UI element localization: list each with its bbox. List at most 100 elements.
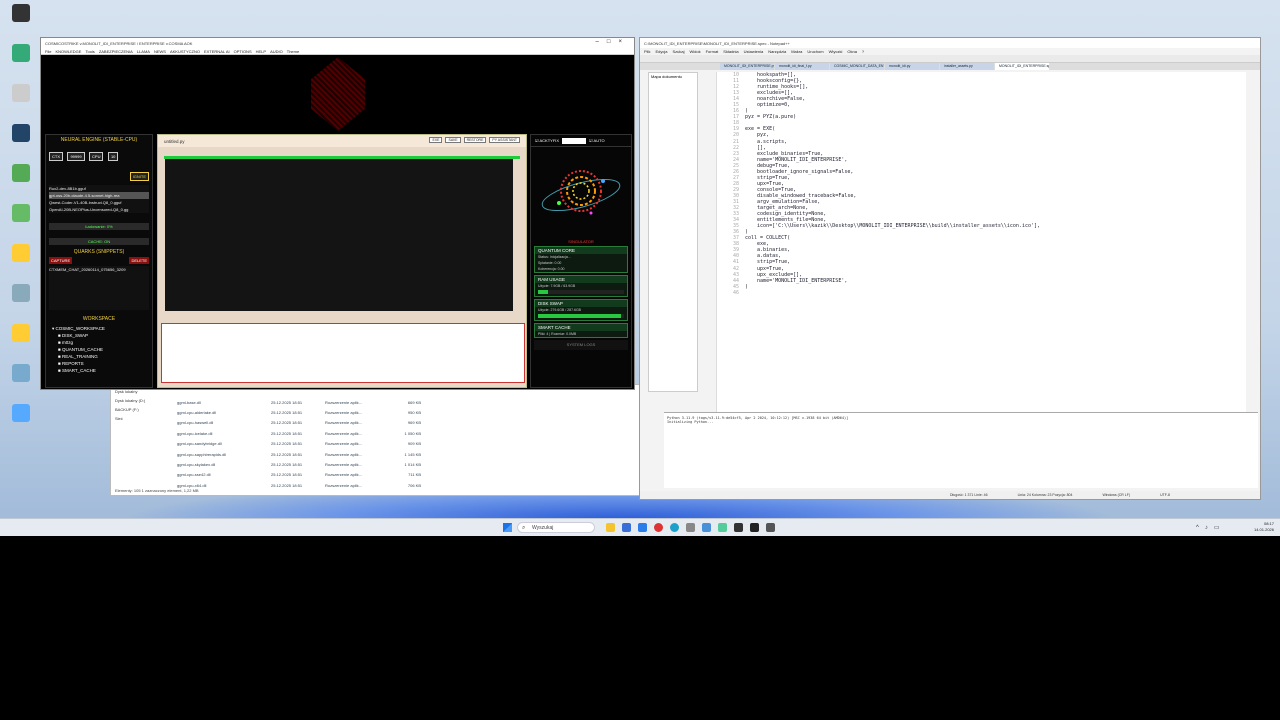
editor-menu-item[interactable]: Widok <box>689 49 700 54</box>
store-taskbar-icon[interactable] <box>622 523 631 532</box>
desktop-shortcut-icon[interactable] <box>6 244 36 263</box>
notepad-taskbar-icon[interactable] <box>718 523 727 532</box>
desktop-shortcut-icon[interactable] <box>6 324 36 343</box>
model-item[interactable]: Qwest-Coder-V1-40B-Instruct.Q8_0.gguf <box>49 199 149 206</box>
workspace-folder[interactable]: ■ DISK_SWAP <box>52 332 146 339</box>
ide-menu-item[interactable]: File <box>45 49 51 54</box>
file-row[interactable]: ggml-cpu-sandybridge.dll 25.12.2025 18:51… <box>177 439 507 449</box>
save-button[interactable]: SAVE <box>445 137 461 143</box>
desktop-shortcut-icon[interactable] <box>6 284 36 303</box>
editor-menu-item[interactable]: Plik <box>644 49 650 54</box>
editor-menu-item[interactable]: Makra <box>791 49 802 54</box>
ide-menu-item[interactable]: OPTIONS <box>234 49 252 54</box>
file-explorer-taskbar-icon[interactable] <box>606 523 615 532</box>
snippet-item[interactable]: CTXMEM_CHAT_20260114_075656_3209 <box>49 266 149 273</box>
app-taskbar-icon[interactable] <box>766 523 775 532</box>
editor-menu-item[interactable]: Format <box>706 49 719 54</box>
model-item[interactable]: OpenAI-20B-NEOPlus-Uncensored-Q8_0.gg <box>49 206 149 213</box>
editor-tab[interactable]: MONOLIT_IDI_ENTERPRISE.py <box>720 63 774 70</box>
editor-tab[interactable]: monolit_idi.py <box>885 63 939 70</box>
ide-menu-item[interactable]: NEWS <box>154 49 166 54</box>
ide-menu-item[interactable]: Tools <box>85 49 94 54</box>
system-tray-icons[interactable]: ^♪▭ <box>1196 524 1225 531</box>
explorer-tree-item[interactable]: Dysk lokalny (D:) <box>115 398 171 407</box>
ide-window[interactable]: COSMICOSTRIKE v.MONOLIT_IDI_ENTERPRISE /… <box>40 37 635 390</box>
file-row[interactable]: ggml-cpu-icelake.dll 25.12.2025 18:51 Rozs… <box>177 428 507 438</box>
explorer-tree-item[interactable]: Sieć <box>115 416 171 425</box>
capture-button[interactable]: CAPTURE <box>49 257 73 264</box>
desktop-shortcut-icon[interactable] <box>6 204 36 223</box>
ide-menu-item[interactable]: KNOWLEDGE <box>55 49 81 54</box>
code-editor-window[interactable]: C:\MONOLIT_IDI_ENTERPRISE\MONOLIT_IDI_EN… <box>639 37 1261 500</box>
code-input[interactable] <box>165 159 513 311</box>
desktop-shortcut-icon[interactable] <box>6 4 36 23</box>
editor-menu-item[interactable]: ? <box>862 49 864 54</box>
editor-tab[interactable]: MONOLIT_IDI_ENTERPRISE.spec <box>995 63 1049 70</box>
ide-menu-item[interactable]: AKKUSTYCZNO <box>170 49 200 54</box>
workspace-folder[interactable]: ■ REAL_TRAINING <box>52 353 146 360</box>
editor-menu-item[interactable]: Ustawienia <box>744 49 764 54</box>
ide-menu-item[interactable]: EXTERNAL AI <box>204 49 230 54</box>
ide-menu-item[interactable]: AUDIO <box>270 49 283 54</box>
editor-tab[interactable]: COSMIC_MONOLIT_DATA_ENTERPRISE.py <box>830 63 884 70</box>
desktop-shortcut-icon[interactable] <box>6 84 36 103</box>
file-row[interactable]: ggml-cpu-haswell.dll 25.12.2025 18:51 Rozs… <box>177 418 507 428</box>
workspace-folder[interactable]: ■ SMART_CACHE <box>52 367 146 374</box>
editor-menu-item[interactable]: Narzędzia <box>768 49 786 54</box>
ide-taskbar-icon[interactable] <box>750 523 759 532</box>
output-console[interactable] <box>161 323 525 383</box>
actions-input[interactable] <box>562 137 587 144</box>
file-row[interactable]: ggml-cpu-alderlake.dll 25.12.2025 18:51 Ro… <box>177 407 507 417</box>
editor-tab[interactable]: installer_assets.py <box>940 63 994 70</box>
taskbar-search[interactable]: ⌕ Wyszukaj <box>517 522 595 533</box>
editor-menu-item[interactable]: Edycja <box>655 49 667 54</box>
code-area[interactable]: 10 hookspath=[], 11 hooksconfig={}, 12 run… <box>716 72 1246 434</box>
ide-menu-item[interactable]: ZABEZPIECZENIA <box>99 49 133 54</box>
edge-taskbar-icon[interactable] <box>670 523 679 532</box>
file-row[interactable]: ggml-base.dll 25.12.2025 18:51 Rozszerzeni… <box>177 397 507 407</box>
python-taskbar-icon[interactable] <box>702 523 711 532</box>
terminal-taskbar-icon[interactable] <box>734 523 743 532</box>
cpu-input[interactable]: 10 <box>107 152 119 161</box>
desktop-shortcut-icon[interactable] <box>6 404 36 423</box>
actions-checkbox[interactable]: ☑ ACKTYFIX <box>535 138 559 143</box>
file-row[interactable]: ggml-cpu-x64.dll 25.12.2025 18:51 Rozszerz… <box>177 480 507 490</box>
editor-tab[interactable]: monolit_idi_final_f.py <box>775 63 829 70</box>
file-row[interactable]: ggml-cpu-skylakex.dll 25.12.2025 18:51 Roz… <box>177 459 507 469</box>
window-controls[interactable]: –□× <box>596 39 630 45</box>
workspace-folder[interactable]: ■ m0zg <box>52 339 146 346</box>
py-assistant-button[interactable]: PY ASSISTANT <box>489 137 520 143</box>
delete-button[interactable]: DELETE <box>129 257 149 264</box>
cache-status[interactable]: CACHE: ON <box>49 238 149 245</box>
exe-button[interactable]: EXE <box>429 137 443 143</box>
desktop-shortcut-icon[interactable] <box>6 364 36 383</box>
clock[interactable]: 08:17 14.01.2026 <box>1254 521 1274 533</box>
start-button[interactable] <box>503 523 512 532</box>
ide-menu-item[interactable]: LLAMA <box>137 49 150 54</box>
editor-menu-item[interactable]: Uruchom <box>807 49 823 54</box>
model-item-selected[interactable]: gpt-oss-20b-claude-4.5-sonnet-high-rea <box>49 192 149 199</box>
file-row[interactable]: ggml-cpu-sapphirerapids.dll 25.12.2025 18… <box>177 449 507 459</box>
file-row[interactable]: ggml-cpu-sse42.dll 25.12.2025 18:51 Rozsze… <box>177 470 507 480</box>
system-logs-button[interactable]: SYSTEM LOGS <box>534 340 628 350</box>
ctx-input[interactable]: 99999 <box>67 152 85 161</box>
desktop-shortcut-icon[interactable] <box>6 124 36 143</box>
mail-taskbar-icon[interactable] <box>638 523 647 532</box>
explorer-tree-item[interactable]: Dysk lokalny <box>115 389 171 398</box>
editor-menu-item[interactable]: Okna <box>847 49 857 54</box>
workspace-root[interactable]: ▾ COSMIC_WORKSPACE <box>52 325 146 332</box>
file-explorer-window[interactable]: Dysk lokalny Dysk lokalny (D:) BACKUP (F… <box>110 384 662 496</box>
ignite-button[interactable]: IGNITE <box>129 172 149 181</box>
browser-taskbar-icon[interactable] <box>654 523 663 532</box>
desktop-shortcut-icon[interactable] <box>6 164 36 183</box>
editor-menu-item[interactable]: Szukaj <box>672 49 684 54</box>
auto-checkbox[interactable]: ☑ AUTO <box>589 138 605 143</box>
editor-menu-item[interactable]: Składnia <box>723 49 738 54</box>
explorer-tree-item[interactable]: BACKUP (F:) <box>115 407 171 416</box>
settings-taskbar-icon[interactable] <box>686 523 695 532</box>
workspace-folder[interactable]: ■ REPORTS <box>52 360 146 367</box>
desktop-shortcut-icon[interactable] <box>6 44 36 63</box>
restore-button[interactable]: RESTORE <box>463 137 487 143</box>
ide-menu-item[interactable]: Theme <box>287 49 299 54</box>
ide-menu-item[interactable]: HELP <box>256 49 266 54</box>
